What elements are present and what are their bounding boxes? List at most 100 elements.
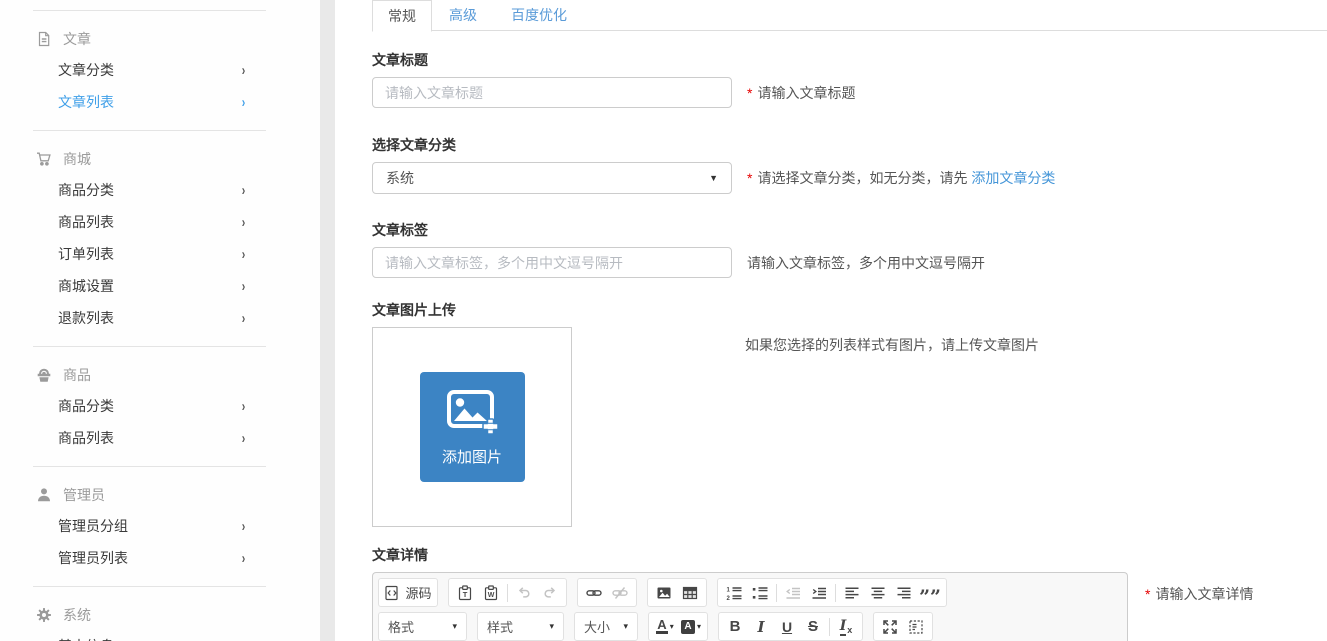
format-dropdown[interactable]: 格式 ▾	[378, 612, 467, 641]
sidebar-section-title: 商城	[63, 149, 91, 169]
sidebar-item-refund-list[interactable]: 退款列表 ›	[0, 302, 320, 334]
align-center-icon	[870, 585, 886, 601]
align-right-button[interactable]	[891, 580, 917, 605]
paste-text-button[interactable]: T	[452, 580, 478, 605]
sidebar-item-admin-list[interactable]: 管理员列表 ›	[0, 542, 320, 574]
insert-table-button[interactable]	[677, 580, 703, 605]
toolbar-separator	[835, 584, 836, 602]
sidebar: 文章 文章分类 › 文章列表 › 商城 商品分类 › 商品列表 › 订单列表 ›…	[0, 0, 320, 641]
selected-category: 系统	[386, 168, 414, 188]
image-upload-box: 添加图片	[372, 327, 572, 527]
toolbar-separator	[776, 584, 777, 602]
article-tags-label: 文章标签	[372, 220, 1327, 240]
sidebar-item-product-list[interactable]: 商品列表 ›	[0, 422, 320, 454]
chevron-right-icon: ›	[242, 398, 246, 415]
add-image-button-label: 添加图片	[442, 446, 502, 467]
blockquote-button[interactable]: ””	[917, 580, 943, 605]
caret-down-icon: ▾	[549, 621, 554, 632]
sidebar-item-article-list[interactable]: 文章列表 ›	[0, 86, 320, 118]
sidebar-item-goods-category[interactable]: 商品分类 ›	[0, 174, 320, 206]
tab-general[interactable]: 常规	[372, 0, 432, 32]
undo-icon	[516, 585, 532, 601]
sidebar-section-title: 管理员	[63, 485, 105, 505]
undo-button[interactable]	[511, 580, 537, 605]
sidebar-item-article-category[interactable]: 文章分类 ›	[0, 54, 320, 86]
show-blocks-icon	[908, 619, 924, 635]
required-asterisk: *	[1145, 586, 1150, 602]
sidebar-main-divider	[320, 0, 335, 641]
chevron-right-icon: ›	[242, 246, 246, 263]
bold-button[interactable]: B	[722, 614, 748, 639]
numbered-list-icon: 1 2	[726, 585, 742, 601]
underline-icon: U	[782, 619, 792, 635]
sidebar-section-title: 文章	[63, 29, 91, 49]
image-icon	[656, 585, 672, 601]
remove-format-icon: I	[840, 618, 847, 636]
indent-button[interactable]	[806, 580, 832, 605]
sidebar-item-basic-info[interactable]: 基本信息 ›	[0, 630, 320, 641]
outdent-button[interactable]	[780, 580, 806, 605]
indent-icon	[811, 585, 827, 601]
align-left-button[interactable]	[839, 580, 865, 605]
tab-baidu-seo[interactable]: 百度优化	[494, 0, 584, 31]
add-image-icon	[445, 388, 499, 435]
italic-button[interactable]: I	[748, 614, 774, 639]
caret-down-icon: ▾	[670, 622, 674, 631]
chevron-right-icon: ›	[242, 94, 246, 111]
paste-word-button[interactable]: W	[478, 580, 504, 605]
show-blocks-button[interactable]	[903, 614, 929, 639]
toolbar-separator	[829, 618, 830, 636]
source-code-button[interactable]: 源码	[382, 580, 434, 605]
chevron-right-icon: ›	[242, 214, 246, 231]
remove-format-button[interactable]: I x	[833, 614, 859, 639]
editor-toolbar-row1: 源码 T	[378, 578, 1122, 607]
article-tags-input[interactable]	[372, 247, 732, 278]
sidebar-item-product-category[interactable]: 商品分类 ›	[0, 390, 320, 422]
bulleted-list-button[interactable]	[747, 580, 773, 605]
article-title-note: *请输入文章标题	[747, 83, 855, 103]
article-detail-note: *请输入文章详情	[1145, 584, 1253, 604]
redo-button[interactable]	[537, 580, 563, 605]
article-title-input[interactable]	[372, 77, 732, 108]
blockquote-icon: ””	[919, 584, 941, 602]
sidebar-item-goods-list[interactable]: 商品列表 ›	[0, 206, 320, 238]
sidebar-section-admin: 管理员	[36, 480, 320, 510]
article-category-select[interactable]: 系统 ▼	[372, 162, 732, 194]
text-color-button[interactable]: A ▾	[652, 614, 678, 639]
article-tags-note: 请输入文章标签，多个用中文逗号隔开	[747, 253, 985, 273]
link-icon	[586, 585, 602, 601]
article-detail-label: 文章详情	[372, 545, 1327, 565]
sidebar-item-admin-group[interactable]: 管理员分组 ›	[0, 510, 320, 542]
sidebar-item-mall-settings[interactable]: 商城设置 ›	[0, 270, 320, 302]
add-category-link[interactable]: 添加文章分类	[971, 170, 1055, 186]
maximize-button[interactable]	[877, 614, 903, 639]
editor-toolbar-row2: 格式 ▾ 样式 ▾ 大小 ▾ A ▾	[378, 612, 1122, 641]
size-dropdown[interactable]: 大小 ▾	[574, 612, 638, 641]
insert-image-button[interactable]	[651, 580, 677, 605]
article-image-label: 文章图片上传	[372, 300, 1327, 320]
add-image-button[interactable]: 添加图片	[420, 372, 525, 482]
chevron-right-icon: ›	[242, 518, 246, 535]
tab-advanced[interactable]: 高级	[432, 0, 494, 31]
sidebar-section-system: 系统	[36, 600, 320, 630]
toolbar-separator	[507, 584, 508, 602]
sidebar-item-order-list[interactable]: 订单列表 ›	[0, 238, 320, 270]
sidebar-section-title: 系统	[63, 605, 91, 625]
strikethrough-icon: S	[808, 618, 818, 635]
style-dropdown[interactable]: 样式 ▾	[477, 612, 564, 641]
link-button[interactable]	[581, 580, 607, 605]
source-code-icon	[384, 585, 400, 601]
underline-button[interactable]: U	[774, 614, 800, 639]
background-color-button[interactable]: A ▾	[678, 614, 704, 639]
align-center-button[interactable]	[865, 580, 891, 605]
bulleted-list-icon	[752, 585, 768, 601]
unlink-button[interactable]	[607, 580, 633, 605]
chevron-right-icon: ›	[242, 310, 246, 327]
chevron-right-icon: ›	[242, 430, 246, 447]
caret-down-icon: ▼	[709, 173, 718, 183]
strikethrough-button[interactable]: S	[800, 614, 826, 639]
article-image-note: 如果您选择的列表样式有图片，请上传文章图片	[745, 335, 1039, 355]
chevron-right-icon: ›	[242, 638, 246, 641]
numbered-list-button[interactable]: 1 2	[721, 580, 747, 605]
sidebar-section-title: 商品	[63, 365, 91, 385]
